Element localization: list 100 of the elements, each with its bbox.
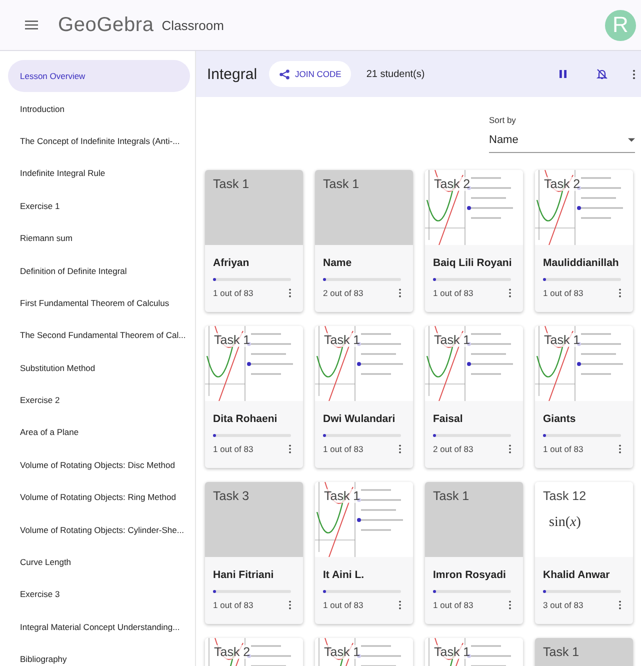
sidebar-item[interactable]: Volume of Rotating Objects: Cylinder-She... <box>8 513 190 546</box>
sidebar-item[interactable]: Bibliography <box>8 643 190 666</box>
student-name: Giants <box>543 413 577 425</box>
student-count: 21 student(s) <box>366 68 425 80</box>
student-name: Afriyan <box>213 257 250 269</box>
task-label: Task 2 <box>433 177 472 191</box>
task-label: Task 1 <box>323 489 362 503</box>
more-icon[interactable] <box>398 600 402 610</box>
sidebar-item[interactable]: Volume of Rotating Objects: Disc Method <box>8 448 190 482</box>
more-icon[interactable] <box>398 288 402 298</box>
more-icon[interactable] <box>398 444 402 454</box>
product-name: Classroom <box>162 18 224 32</box>
sidebar-item[interactable]: Volume of Rotating Objects: Ring Method <box>8 481 190 514</box>
progress-text: 1 out of 83 <box>543 444 584 454</box>
more-icon[interactable] <box>618 288 622 298</box>
student-card[interactable]: Task 1 It Aini L. 1 out of 83 <box>315 482 413 624</box>
student-card[interactable]: Task 1 Afriyan 1 out of 83 <box>205 170 303 312</box>
student-name: Baiq Lili Royani <box>433 257 513 269</box>
caret-icon <box>628 138 635 142</box>
lesson-title: Integral <box>207 66 258 82</box>
task-label: Task 1 <box>543 333 582 347</box>
student-card[interactable]: Task 1 Name 2 out of 83 <box>315 170 413 312</box>
student-card[interactable]: Task 1 Dwi Wulandari 1 out of 83 <box>315 326 413 468</box>
student-card[interactable]: Task 1 <box>315 638 413 666</box>
student-name: Dwi Wulandari <box>323 413 396 425</box>
student-name: Khalid Anwar <box>543 569 611 581</box>
more-icon[interactable] <box>288 600 292 610</box>
student-name: Name <box>323 257 353 269</box>
student-name: Imron Rosyadi <box>433 569 507 581</box>
student-card[interactable]: Task 3 Hani Fitriani 1 out of 83 <box>205 482 303 624</box>
student-card[interactable]: Task 2 Mauliddianillah 1 out of 83 <box>535 170 633 312</box>
progress-text: 1 out of 83 <box>433 600 474 610</box>
task-label: Task 1 <box>433 645 472 659</box>
more-icon[interactable] <box>288 288 292 298</box>
student-card[interactable]: Task 12 sin(x) Khalid Anwar 3 out of 83 <box>535 482 633 624</box>
more-icon[interactable] <box>632 68 636 80</box>
progress-text: 1 out of 83 <box>213 600 254 610</box>
more-icon[interactable] <box>618 444 622 454</box>
pause-icon[interactable] <box>558 69 568 79</box>
task-label: Task 1 <box>213 333 252 347</box>
more-icon[interactable] <box>618 600 622 610</box>
sidebar-item[interactable]: Indefinite Integral Rule <box>8 157 190 190</box>
sidebar-item[interactable]: The Second Fundamental Theorem of Cal... <box>8 319 190 352</box>
sidebar-item[interactable]: Integral Material Concept Understanding... <box>8 610 190 644</box>
sidebar-item[interactable]: Substitution Method <box>8 352 190 384</box>
task-label: Task 1 <box>433 489 470 503</box>
menu-icon[interactable] <box>25 20 38 30</box>
progress-text: 1 out of 83 <box>213 288 254 298</box>
student-card[interactable]: Task 1 Faisal 2 out of 83 <box>425 326 523 468</box>
student-name: Mauliddianillah <box>543 257 620 269</box>
formula: sin(x) <box>549 515 581 531</box>
progress-text: 1 out of 83 <box>213 444 254 454</box>
task-label: Task 2 <box>543 177 582 191</box>
sidebar-item[interactable]: The Concept of Indefinite Integrals (Anti-... <box>8 124 190 158</box>
sidebar-item[interactable]: Lesson Overview <box>8 60 190 92</box>
sidebar-item[interactable]: Riemann sum <box>8 222 190 254</box>
sidebar-item[interactable]: Introduction <box>8 92 190 125</box>
logo: GeoGebra <box>58 14 154 36</box>
notifications-off-icon[interactable] <box>596 68 608 80</box>
progress-text: 1 out of 83 <box>323 444 364 454</box>
sidebar-item[interactable]: Area of a Plane <box>8 416 190 449</box>
student-card[interactable]: Task 2 <box>205 638 303 666</box>
sidebar-item[interactable]: Definition of Definite Integral <box>8 254 190 287</box>
student-card[interactable]: Task 1 <box>425 638 523 666</box>
student-name: Faisal <box>433 413 464 425</box>
student-card[interactable]: Task 1 Giants 1 out of 83 <box>535 326 633 468</box>
join-code-button[interactable]: JOIN CODE <box>269 61 352 87</box>
share-icon <box>279 68 290 80</box>
more-icon[interactable] <box>508 444 512 454</box>
progress-text: 3 out of 83 <box>543 600 584 610</box>
student-card[interactable]: Task 2 Baiq Lili Royani 1 out of 83 <box>425 170 523 312</box>
progress-text: 1 out of 83 <box>543 288 584 298</box>
progress-text: 1 out of 83 <box>433 288 474 298</box>
task-label: Task 1 <box>433 333 472 347</box>
student-name: It Aini L. <box>323 569 366 581</box>
progress-text: 2 out of 83 <box>323 288 364 298</box>
student-card[interactable]: Task 1 Imron Rosyadi 1 out of 83 <box>425 482 523 624</box>
sidebar-item[interactable]: Exercise 1 <box>8 190 190 222</box>
sort-dropdown[interactable]: Sort by Name <box>489 115 635 153</box>
more-icon[interactable] <box>288 444 292 454</box>
student-card[interactable]: Task 1 Dita Rohaeni 1 out of 83 <box>205 326 303 468</box>
task-label: Task 1 <box>323 177 360 191</box>
task-label: Task 1 <box>323 333 362 347</box>
task-label: Task 1 <box>323 645 362 659</box>
sidebar-item[interactable]: Curve Length <box>8 546 190 578</box>
student-card[interactable]: Task 1 <box>535 638 633 666</box>
more-icon[interactable] <box>508 288 512 298</box>
student-name: Hani Fitriani <box>213 569 275 581</box>
task-label: Task 12 <box>543 489 586 503</box>
task-label: Task 1 <box>213 177 250 191</box>
sidebar-item[interactable]: Exercise 2 <box>8 384 190 416</box>
task-label: Task 1 <box>543 645 580 659</box>
sidebar-item[interactable]: First Fundamental Theorem of Calculus <box>8 286 190 320</box>
student-name: Dita Rohaeni <box>213 413 278 425</box>
task-label: Task 3 <box>213 489 250 503</box>
progress-text: 2 out of 83 <box>433 444 474 454</box>
progress-text: 1 out of 83 <box>323 600 364 610</box>
sidebar-item[interactable]: Exercise 3 <box>8 578 190 611</box>
task-label: Task 2 <box>213 645 252 659</box>
more-icon[interactable] <box>508 600 512 610</box>
